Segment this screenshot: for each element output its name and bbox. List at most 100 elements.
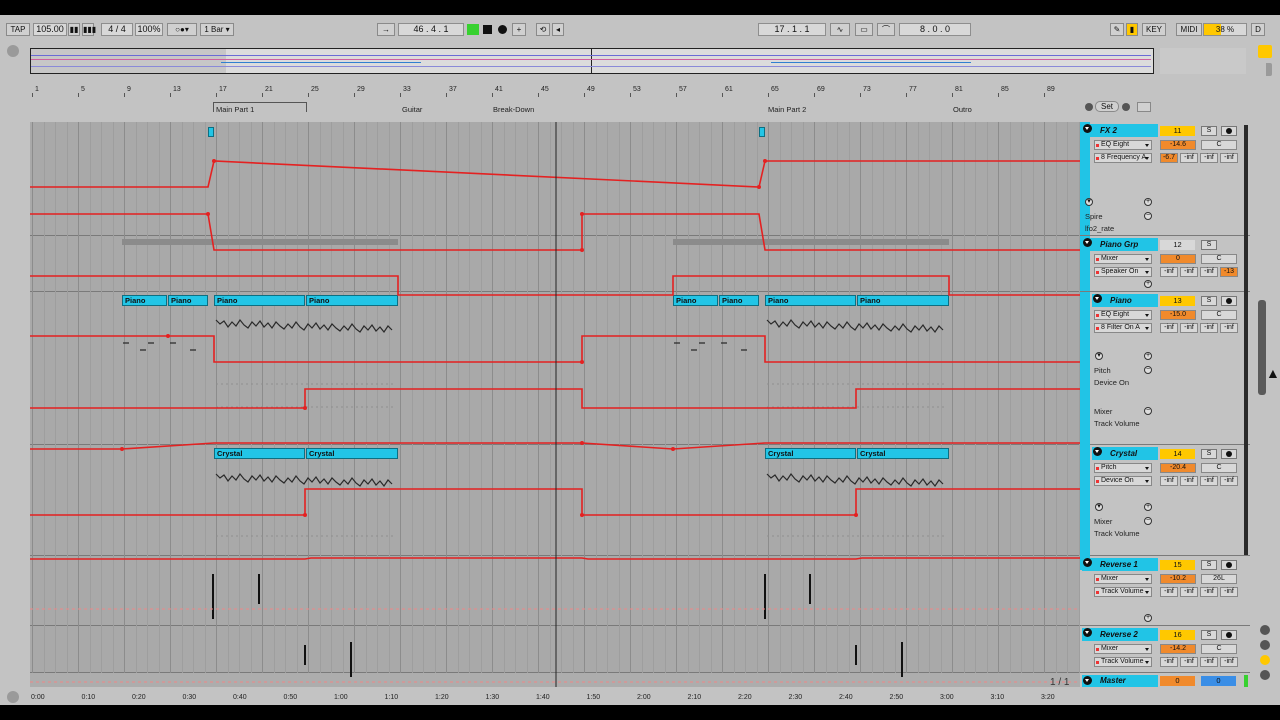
nudge-down-button[interactable]: ▮▮ [68,23,80,36]
solo-button[interactable]: S [1201,630,1217,640]
track-name-reverse1[interactable]: Reverse 1 [1082,558,1158,571]
play-button[interactable] [467,24,479,35]
send-field[interactable]: -inf [1180,267,1198,277]
loop-length-field[interactable]: 8 . 0 . 0 [899,23,971,36]
fold-icon[interactable] [1093,294,1102,303]
send-field[interactable]: -inf [1160,267,1178,277]
punch-button[interactable]: ◂ [552,23,564,36]
send-field[interactable]: -inf [1200,476,1218,486]
send-field[interactable]: -inf [1220,476,1238,486]
track-name-piano-grp[interactable]: Piano Grp [1082,238,1158,251]
pencil-button[interactable]: ✎ [1110,23,1124,36]
volume-field[interactable]: 0 [1160,254,1196,264]
add-lane-icon[interactable]: + [1144,198,1152,206]
track-header-piano-grp[interactable]: Piano Grp 12 S Mixer 0 C Speaker On -inf… [1080,236,1250,292]
device-chooser[interactable]: Mixer [1094,254,1152,264]
overdub-button[interactable]: + [512,23,526,36]
track-header-crystal[interactable]: Crystal 14 S Pitch -20.4 C Device On -in… [1090,445,1250,556]
add-lane-icon[interactable]: + [1144,280,1152,288]
next-locator-icon[interactable] [1122,103,1130,111]
io-toggle-icon[interactable] [1260,625,1270,635]
lane-fold-icon[interactable]: ▾ [1085,198,1093,206]
send-field[interactable]: -inf [1180,153,1198,163]
device-chooser[interactable]: Mixer [1094,574,1152,584]
parameter-chooser[interactable]: Track Volume [1094,657,1152,667]
track-name-crystal[interactable]: Crystal [1092,447,1158,460]
draw-mode-button[interactable]: ∿ [830,23,850,36]
clip-overview-icon[interactable] [1137,102,1151,112]
parameter-chooser[interactable]: Speaker On [1094,267,1152,277]
parameter-chooser[interactable]: 8 Frequency A [1094,153,1152,163]
track-number[interactable]: 13 [1160,296,1195,306]
device-chooser[interactable]: EQ Eight [1094,310,1152,320]
locator-break-down[interactable]: Break-Down [493,105,534,114]
track-name-piano[interactable]: Piano [1092,294,1158,307]
device-chooser[interactable]: EQ Eight [1094,140,1152,150]
send-field[interactable]: -inf [1220,587,1238,597]
set-locator-button[interactable]: Set [1095,101,1119,112]
track-number[interactable]: 11 [1160,126,1195,136]
key-map-indicator[interactable]: ▮ [1126,23,1138,36]
lane-fold-icon[interactable]: ▾ [1095,503,1103,511]
master-volume[interactable]: 0 [1160,676,1195,686]
pan-field[interactable]: C [1201,644,1237,654]
send-field[interactable]: -inf [1200,267,1218,277]
remove-lane-icon[interactable]: − [1144,212,1152,220]
master-pan[interactable]: 0 [1201,676,1236,686]
send-field[interactable]: -inf [1200,153,1218,163]
tempo-field[interactable]: 105.00 [33,23,67,36]
delay-toggle-icon[interactable] [1260,670,1270,680]
remove-lane-icon[interactable]: − [1144,366,1152,374]
track-header-fx2[interactable]: FX 2 11 S EQ Eight -14.6 C 8 Frequency A… [1080,122,1250,236]
fold-icon[interactable] [1093,447,1102,456]
locator-lane[interactable]: Main Part 1 Guitar Break-Down Main Part … [30,101,1080,117]
send-field[interactable]: -6.7 [1160,153,1178,163]
returns-toggle-icon[interactable] [1260,640,1270,650]
track-header-master[interactable]: Master 0 0 [1080,675,1250,687]
device-chooser[interactable]: Pitch [1094,463,1152,473]
locator-main-part-2[interactable]: Main Part 2 [768,105,806,114]
time-signature-field[interactable]: 4 / 4 [101,23,133,36]
volume-field[interactable]: -15.0 [1160,310,1196,320]
remove-lane-icon[interactable]: − [1144,407,1152,415]
track-header-piano[interactable]: Piano 13 S EQ Eight -15.0 C 8 Filter On … [1090,292,1250,445]
song-position-field[interactable]: 46 . 4 . 1 [398,23,464,36]
pan-field[interactable]: 26L [1201,574,1237,584]
pan-field[interactable]: C [1201,254,1237,264]
pan-field[interactable]: C [1201,310,1237,320]
time-ruler[interactable]: 1 / 1 0:00 0:10 0:20 0:30 0:40 0:50 1:00 1:10 1:… [0,677,1280,705]
add-lane-icon[interactable]: + [1144,352,1152,360]
record-button[interactable] [498,25,507,34]
send-field[interactable]: -inf [1220,323,1238,333]
stop-button[interactable] [483,25,492,34]
loop-toggle[interactable]: ⟲ [536,23,550,36]
automation-arm-button[interactable]: ⌒ [877,23,895,36]
send-field[interactable]: -inf [1180,587,1198,597]
arm-button[interactable] [1221,126,1237,136]
scrollbar-thumb[interactable] [1258,300,1266,395]
fold-icon[interactable] [1083,558,1092,567]
key-map-button[interactable]: KEY [1142,23,1166,36]
send-field[interactable]: -inf [1160,587,1178,597]
arrangement-view-icon[interactable] [1258,45,1272,58]
send-field[interactable]: -inf [1180,323,1198,333]
follow-button[interactable]: → [377,23,395,36]
locator-main-part-1[interactable]: Main Part 1 [216,105,254,114]
parameter-chooser[interactable]: 8 Filter On A [1094,323,1152,333]
track-name-master[interactable]: Master [1082,675,1158,687]
remove-lane-icon[interactable]: − [1144,517,1152,525]
track-number[interactable]: 15 [1160,560,1195,570]
arm-button[interactable] [1221,296,1237,306]
zoom-field[interactable]: 100% [135,23,163,36]
solo-button[interactable]: S [1201,296,1217,306]
beat-ruler[interactable]: 1 5 9 13 17 21 25 29 33 37 41 45 49 53 57 61 65 69 73 77 81 8… [30,85,1080,97]
tap-button[interactable]: TAP [6,23,30,36]
arm-button[interactable] [1221,449,1237,459]
volume-field[interactable]: -14.6 [1160,140,1196,150]
send-field[interactable]: -inf [1220,657,1238,667]
nudge-up-button[interactable]: ▮▮▮ [82,23,96,36]
track-name-reverse2[interactable]: Reverse 2 [1082,628,1158,641]
arrangement-area[interactable]: Piano Piano Piano Piano Piano Piano Pian… [30,122,1080,687]
track-name-fx2[interactable]: FX 2 [1082,124,1158,137]
parameter-chooser[interactable]: Device On [1094,476,1152,486]
